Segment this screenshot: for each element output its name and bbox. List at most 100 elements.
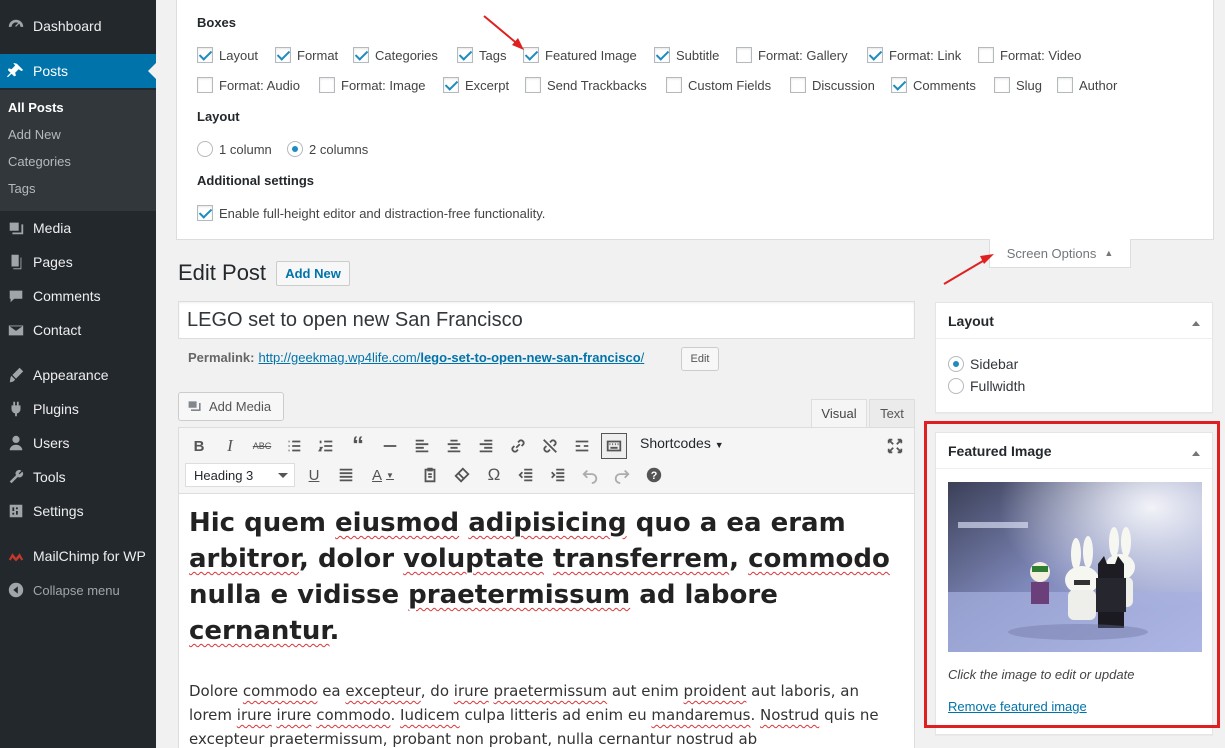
post-title-input[interactable]: LEGO set to open new San Francisco xyxy=(178,301,915,339)
box-checkbox[interactable] xyxy=(319,77,335,93)
fullscreen-button[interactable] xyxy=(882,433,908,459)
box-checkbox[interactable] xyxy=(275,47,291,63)
radio-2-columns[interactable] xyxy=(287,141,303,157)
align-left-button[interactable] xyxy=(409,433,435,459)
menu-dashboard[interactable]: Dashboard xyxy=(0,9,156,43)
menu-contact[interactable]: Contact xyxy=(0,313,156,347)
box-option[interactable]: Tags xyxy=(457,47,506,63)
special-character-button[interactable]: Ω xyxy=(481,462,507,488)
box-option[interactable]: Categories xyxy=(353,47,438,63)
text-color-button[interactable]: A ▼ xyxy=(365,462,401,488)
layout-sidebar-option[interactable]: Sidebar xyxy=(948,356,1018,372)
shortcodes-dropdown[interactable]: Shortcodes ▼ xyxy=(640,435,724,451)
help-button[interactable]: ? xyxy=(641,462,667,488)
indent-button[interactable] xyxy=(545,462,571,488)
menu-users[interactable]: Users xyxy=(0,426,156,460)
box-checkbox[interactable] xyxy=(978,47,994,63)
layout-fullwidth-option[interactable]: Fullwidth xyxy=(948,378,1025,394)
box-option[interactable]: Featured Image xyxy=(523,47,637,63)
box-checkbox[interactable] xyxy=(790,77,806,93)
menu-settings[interactable]: Settings xyxy=(0,494,156,528)
submenu-add-new[interactable]: Add New xyxy=(8,127,61,142)
box-option[interactable]: Format xyxy=(275,47,338,63)
fullheight-editor-option[interactable]: Enable full-height editor and distractio… xyxy=(197,205,545,221)
box-option[interactable]: Slug xyxy=(994,77,1042,93)
box-checkbox[interactable] xyxy=(197,77,213,93)
justify-button[interactable] xyxy=(333,462,359,488)
radio-sidebar[interactable] xyxy=(948,356,964,372)
fullheight-editor-checkbox[interactable] xyxy=(197,205,213,221)
box-option[interactable]: Format: Link xyxy=(867,47,961,63)
submenu-tags[interactable]: Tags xyxy=(8,181,35,196)
menu-plugins[interactable]: Plugins xyxy=(0,392,156,426)
strikethrough-button[interactable]: ABC xyxy=(249,433,275,459)
submenu-all-posts[interactable]: All Posts xyxy=(8,100,64,115)
editor-content[interactable]: Hic quem eiusmod adipisicing quo a ea er… xyxy=(179,495,914,748)
menu-pages[interactable]: Pages xyxy=(0,245,156,279)
radio-fullwidth[interactable] xyxy=(948,378,964,394)
box-option[interactable]: Excerpt xyxy=(443,77,509,93)
format-select[interactable]: Heading 3 xyxy=(185,463,295,487)
box-checkbox[interactable] xyxy=(525,77,541,93)
menu-posts[interactable]: Posts xyxy=(0,54,156,88)
layout-2-columns[interactable]: 2 columns xyxy=(287,141,368,157)
tab-visual[interactable]: Visual xyxy=(811,399,867,427)
clear-formatting-button[interactable] xyxy=(449,462,475,488)
blockquote-button[interactable]: “ xyxy=(345,432,371,459)
horizontal-line-button[interactable] xyxy=(377,433,403,459)
box-option[interactable]: Comments xyxy=(891,77,976,93)
menu-appearance[interactable]: Appearance xyxy=(0,358,156,392)
italic-button[interactable]: I xyxy=(217,433,243,459)
box-checkbox[interactable] xyxy=(353,47,369,63)
box-checkbox[interactable] xyxy=(891,77,907,93)
box-option[interactable]: Format: Gallery xyxy=(736,47,848,63)
screen-options-toggle[interactable]: Screen Options ▲ xyxy=(989,239,1131,268)
box-checkbox[interactable] xyxy=(736,47,752,63)
box-checkbox[interactable] xyxy=(994,77,1010,93)
box-option[interactable]: Discussion xyxy=(790,77,875,93)
box-checkbox[interactable] xyxy=(523,47,539,63)
box-checkbox[interactable] xyxy=(867,47,883,63)
collapse-arrow-icon[interactable] xyxy=(1192,317,1200,326)
box-checkbox[interactable] xyxy=(197,47,213,63)
collapse-menu[interactable]: Collapse menu xyxy=(0,573,156,607)
undo-button[interactable] xyxy=(577,462,603,488)
add-new-button[interactable]: Add New xyxy=(276,261,350,286)
outdent-button[interactable] xyxy=(513,462,539,488)
box-option[interactable]: Format: Video xyxy=(978,47,1081,63)
box-option[interactable]: Format: Audio xyxy=(197,77,300,93)
bullet-list-button[interactable] xyxy=(281,433,307,459)
layout-1-column[interactable]: 1 column xyxy=(197,141,272,157)
radio-1-column[interactable] xyxy=(197,141,213,157)
menu-media[interactable]: Media xyxy=(0,211,156,245)
remove-link-button[interactable] xyxy=(537,433,563,459)
box-option[interactable]: Layout xyxy=(197,47,258,63)
align-center-button[interactable] xyxy=(441,433,467,459)
menu-comments[interactable]: Comments xyxy=(0,279,156,313)
box-option[interactable]: Custom Fields xyxy=(666,77,771,93)
read-more-button[interactable] xyxy=(569,433,595,459)
insert-link-button[interactable] xyxy=(505,433,531,459)
permalink-link[interactable]: http://geekmag.wp4life.com/lego-set-to-o… xyxy=(258,350,644,365)
box-checkbox[interactable] xyxy=(1057,77,1073,93)
box-option[interactable]: Format: Image xyxy=(319,77,426,93)
underline-button[interactable]: U xyxy=(301,462,327,488)
tab-text[interactable]: Text xyxy=(869,399,915,427)
toolbar-toggle-button[interactable] xyxy=(601,433,627,459)
submenu-categories[interactable]: Categories xyxy=(8,154,71,169)
add-media-button[interactable]: Add Media xyxy=(178,392,284,421)
box-checkbox[interactable] xyxy=(666,77,682,93)
align-right-button[interactable] xyxy=(473,433,499,459)
numbered-list-button[interactable] xyxy=(313,433,339,459)
box-checkbox[interactable] xyxy=(443,77,459,93)
box-option[interactable]: Subtitle xyxy=(654,47,719,63)
box-checkbox[interactable] xyxy=(654,47,670,63)
bold-button[interactable]: B xyxy=(186,433,212,459)
paste-text-button[interactable] xyxy=(417,462,443,488)
menu-mailchimp[interactable]: MailChimp for WP xyxy=(0,539,156,573)
edit-slug-button[interactable]: Edit xyxy=(681,347,719,371)
redo-button[interactable] xyxy=(609,462,635,488)
box-checkbox[interactable] xyxy=(457,47,473,63)
box-option[interactable]: Author xyxy=(1057,77,1117,93)
menu-tools[interactable]: Tools xyxy=(0,460,156,494)
